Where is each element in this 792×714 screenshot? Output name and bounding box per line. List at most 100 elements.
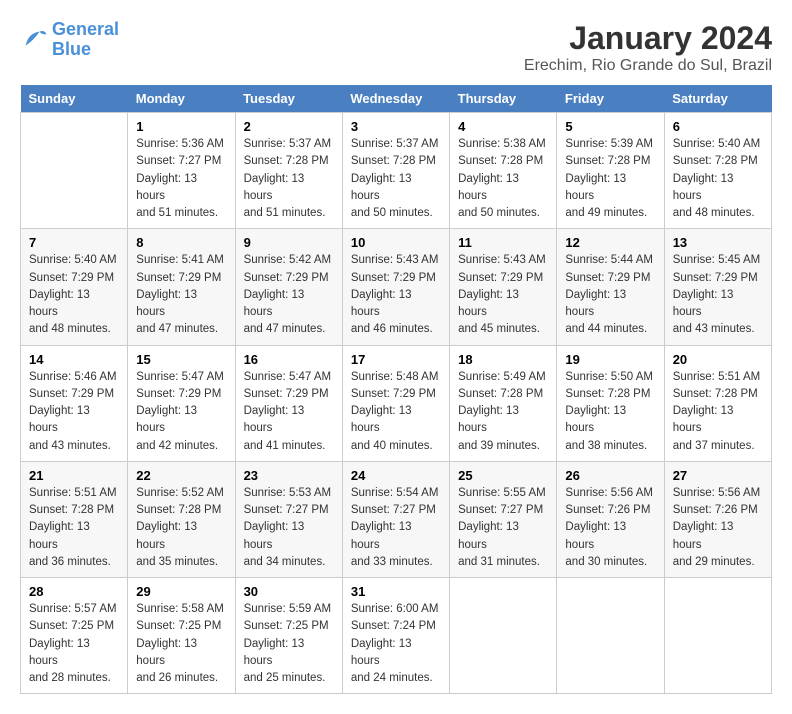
calendar-cell: 9 Sunrise: 5:42 AM Sunset: 7:29 PM Daylig… bbox=[235, 229, 342, 345]
day-number: 29 bbox=[136, 584, 226, 599]
calendar-cell: 11 Sunrise: 5:43 AM Sunset: 7:29 PM Dayli… bbox=[450, 229, 557, 345]
day-info: Sunrise: 5:48 AM Sunset: 7:29 PM Dayligh… bbox=[351, 369, 441, 455]
calendar-cell: 12 Sunrise: 5:44 AM Sunset: 7:29 PM Dayli… bbox=[557, 229, 664, 345]
day-info: Sunrise: 5:41 AM Sunset: 7:29 PM Dayligh… bbox=[136, 252, 226, 338]
day-number: 7 bbox=[29, 235, 119, 250]
week-row-5: 28Sunrise: 5:57 AM Sunset: 7:25 PM Dayli… bbox=[21, 578, 772, 694]
calendar-cell: 22Sunrise: 5:52 AM Sunset: 7:28 PM Dayli… bbox=[128, 461, 235, 577]
calendar-cell bbox=[664, 578, 771, 694]
calendar-cell: 29 Sunrise: 5:58 AM Sunset: 7:25 PM Dayli… bbox=[128, 578, 235, 694]
day-info: Sunrise: 5:47 AM Sunset: 7:29 PM Dayligh… bbox=[244, 369, 334, 455]
calendar-cell: 3Sunrise: 5:37 AM Sunset: 7:28 PM Daylig… bbox=[342, 113, 449, 229]
day-info: Sunrise: 5:40 AM Sunset: 7:29 PM Dayligh… bbox=[29, 252, 119, 338]
header-row: SundayMondayTuesdayWednesdayThursdayFrid… bbox=[21, 85, 772, 113]
day-info: Sunrise: 5:39 AM Sunset: 7:28 PM Dayligh… bbox=[565, 136, 655, 222]
header-cell-saturday: Saturday bbox=[664, 85, 771, 113]
day-number: 16 bbox=[244, 352, 334, 367]
day-info: Sunrise: 5:37 AM Sunset: 7:28 PM Dayligh… bbox=[351, 136, 441, 222]
day-number: 20 bbox=[673, 352, 763, 367]
calendar-cell: 10 Sunrise: 5:43 AM Sunset: 7:29 PM Dayli… bbox=[342, 229, 449, 345]
day-info: Sunrise: 5:49 AM Sunset: 7:28 PM Dayligh… bbox=[458, 369, 548, 455]
day-number: 10 bbox=[351, 235, 441, 250]
day-number: 22 bbox=[136, 468, 226, 483]
day-number: 23 bbox=[244, 468, 334, 483]
day-number: 5 bbox=[565, 119, 655, 134]
day-number: 6 bbox=[673, 119, 763, 134]
week-row-3: 14Sunrise: 5:46 AM Sunset: 7:29 PM Dayli… bbox=[21, 345, 772, 461]
day-number: 24 bbox=[351, 468, 441, 483]
subtitle: Erechim, Rio Grande do Sul, Brazil bbox=[524, 57, 772, 75]
logo-icon bbox=[20, 26, 48, 54]
day-info: Sunrise: 5:56 AM Sunset: 7:26 PM Dayligh… bbox=[565, 485, 655, 571]
day-number: 31 bbox=[351, 584, 441, 599]
day-number: 27 bbox=[673, 468, 763, 483]
day-info: Sunrise: 5:40 AM Sunset: 7:28 PM Dayligh… bbox=[673, 136, 763, 222]
calendar-cell: 23 Sunrise: 5:53 AM Sunset: 7:27 PM Dayli… bbox=[235, 461, 342, 577]
calendar-cell: 8 Sunrise: 5:41 AM Sunset: 7:29 PM Daylig… bbox=[128, 229, 235, 345]
calendar-cell: 17 Sunrise: 5:48 AM Sunset: 7:29 PM Dayli… bbox=[342, 345, 449, 461]
calendar-cell: 5 Sunrise: 5:39 AM Sunset: 7:28 PM Daylig… bbox=[557, 113, 664, 229]
calendar-cell: 2 Sunrise: 5:37 AM Sunset: 7:28 PM Daylig… bbox=[235, 113, 342, 229]
day-info: Sunrise: 5:36 AM Sunset: 7:27 PM Dayligh… bbox=[136, 136, 226, 222]
calendar-cell: 21Sunrise: 5:51 AM Sunset: 7:28 PM Dayli… bbox=[21, 461, 128, 577]
day-number: 2 bbox=[244, 119, 334, 134]
day-number: 8 bbox=[136, 235, 226, 250]
calendar-cell: 27 Sunrise: 5:56 AM Sunset: 7:26 PM Dayli… bbox=[664, 461, 771, 577]
day-info: Sunrise: 5:37 AM Sunset: 7:28 PM Dayligh… bbox=[244, 136, 334, 222]
calendar-cell: 16 Sunrise: 5:47 AM Sunset: 7:29 PM Dayli… bbox=[235, 345, 342, 461]
calendar-cell: 6 Sunrise: 5:40 AM Sunset: 7:28 PM Daylig… bbox=[664, 113, 771, 229]
header-cell-monday: Monday bbox=[128, 85, 235, 113]
header-cell-friday: Friday bbox=[557, 85, 664, 113]
day-info: Sunrise: 5:43 AM Sunset: 7:29 PM Dayligh… bbox=[351, 252, 441, 338]
calendar-cell: 4 Sunrise: 5:38 AM Sunset: 7:28 PM Daylig… bbox=[450, 113, 557, 229]
day-info: Sunrise: 5:38 AM Sunset: 7:28 PM Dayligh… bbox=[458, 136, 548, 222]
day-info: Sunrise: 6:00 AM Sunset: 7:24 PM Dayligh… bbox=[351, 601, 441, 687]
day-info: Sunrise: 5:46 AM Sunset: 7:29 PM Dayligh… bbox=[29, 369, 119, 455]
day-number: 30 bbox=[244, 584, 334, 599]
calendar-cell: 28Sunrise: 5:57 AM Sunset: 7:25 PM Dayli… bbox=[21, 578, 128, 694]
calendar-cell: 1 Sunrise: 5:36 AM Sunset: 7:27 PM Daylig… bbox=[128, 113, 235, 229]
calendar-cell: 25 Sunrise: 5:55 AM Sunset: 7:27 PM Dayli… bbox=[450, 461, 557, 577]
day-number: 1 bbox=[136, 119, 226, 134]
week-row-4: 21Sunrise: 5:51 AM Sunset: 7:28 PM Dayli… bbox=[21, 461, 772, 577]
calendar-table: SundayMondayTuesdayWednesdayThursdayFrid… bbox=[20, 85, 772, 694]
day-number: 26 bbox=[565, 468, 655, 483]
calendar-cell: 14Sunrise: 5:46 AM Sunset: 7:29 PM Dayli… bbox=[21, 345, 128, 461]
day-info: Sunrise: 5:51 AM Sunset: 7:28 PM Dayligh… bbox=[673, 369, 763, 455]
main-title: January 2024 bbox=[524, 20, 772, 57]
calendar-cell: 7 Sunrise: 5:40 AM Sunset: 7:29 PM Daylig… bbox=[21, 229, 128, 345]
day-info: Sunrise: 5:44 AM Sunset: 7:29 PM Dayligh… bbox=[565, 252, 655, 338]
day-number: 21 bbox=[29, 468, 119, 483]
day-info: Sunrise: 5:57 AM Sunset: 7:25 PM Dayligh… bbox=[29, 601, 119, 687]
day-info: Sunrise: 5:43 AM Sunset: 7:29 PM Dayligh… bbox=[458, 252, 548, 338]
day-number: 18 bbox=[458, 352, 548, 367]
calendar-cell: 18 Sunrise: 5:49 AM Sunset: 7:28 PM Dayli… bbox=[450, 345, 557, 461]
week-row-1: 1 Sunrise: 5:36 AM Sunset: 7:27 PM Daylig… bbox=[21, 113, 772, 229]
calendar-cell: 31 Sunrise: 6:00 AM Sunset: 7:24 PM Dayli… bbox=[342, 578, 449, 694]
day-info: Sunrise: 5:53 AM Sunset: 7:27 PM Dayligh… bbox=[244, 485, 334, 571]
day-number: 17 bbox=[351, 352, 441, 367]
day-number: 15 bbox=[136, 352, 226, 367]
day-number: 25 bbox=[458, 468, 548, 483]
day-info: Sunrise: 5:55 AM Sunset: 7:27 PM Dayligh… bbox=[458, 485, 548, 571]
calendar-cell bbox=[557, 578, 664, 694]
day-number: 12 bbox=[565, 235, 655, 250]
day-info: Sunrise: 5:54 AM Sunset: 7:27 PM Dayligh… bbox=[351, 485, 441, 571]
calendar-cell: 15Sunrise: 5:47 AM Sunset: 7:29 PM Dayli… bbox=[128, 345, 235, 461]
day-number: 9 bbox=[244, 235, 334, 250]
header-cell-tuesday: Tuesday bbox=[235, 85, 342, 113]
header-cell-thursday: Thursday bbox=[450, 85, 557, 113]
day-info: Sunrise: 5:56 AM Sunset: 7:26 PM Dayligh… bbox=[673, 485, 763, 571]
day-number: 11 bbox=[458, 235, 548, 250]
calendar-cell: 30Sunrise: 5:59 AM Sunset: 7:25 PM Dayli… bbox=[235, 578, 342, 694]
day-info: Sunrise: 5:50 AM Sunset: 7:28 PM Dayligh… bbox=[565, 369, 655, 455]
day-number: 4 bbox=[458, 119, 548, 134]
day-info: Sunrise: 5:42 AM Sunset: 7:29 PM Dayligh… bbox=[244, 252, 334, 338]
title-block: January 2024 Erechim, Rio Grande do Sul,… bbox=[524, 20, 772, 75]
header-cell-wednesday: Wednesday bbox=[342, 85, 449, 113]
header-cell-sunday: Sunday bbox=[21, 85, 128, 113]
day-info: Sunrise: 5:58 AM Sunset: 7:25 PM Dayligh… bbox=[136, 601, 226, 687]
page-header: General Blue January 2024 Erechim, Rio G… bbox=[20, 20, 772, 75]
day-number: 19 bbox=[565, 352, 655, 367]
calendar-cell: 24 Sunrise: 5:54 AM Sunset: 7:27 PM Dayli… bbox=[342, 461, 449, 577]
